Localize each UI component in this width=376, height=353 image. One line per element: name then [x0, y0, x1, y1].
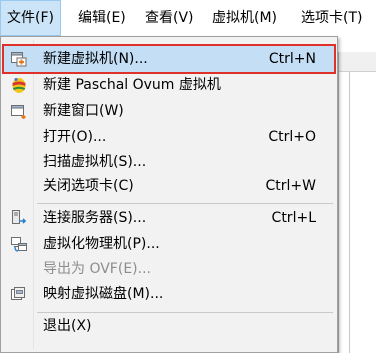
menu-item-open[interactable]: 打开(O)... Ctrl+O — [4, 124, 334, 150]
menu-item-label: 新建虚拟机(N)... — [43, 51, 148, 67]
menu-item-label: 映射虚拟磁盘(M)... — [43, 286, 164, 302]
menu-file[interactable]: 文件(F) — [0, 0, 61, 36]
new-vm-icon — [10, 50, 28, 68]
menu-item-label: 导出为 OVF(E)... — [43, 261, 151, 277]
menu-separator — [37, 203, 333, 204]
menu-item-label: 关闭选项卡(C) — [43, 178, 134, 194]
menu-item-shortcut: Ctrl+N — [268, 51, 316, 67]
menu-item-new-vm[interactable]: 新建虚拟机(N)... Ctrl+N — [2, 44, 336, 74]
menu-item-new-window[interactable]: 新建窗口(W) — [4, 98, 334, 124]
virtualize-physical-icon — [10, 235, 28, 253]
menu-item-shortcut: Ctrl+L — [271, 210, 316, 226]
map-disk-icon — [10, 285, 28, 303]
menu-tabs[interactable]: 选项卡(T) — [295, 0, 368, 36]
menu-item-label: 扫描虚拟机(S)... — [43, 154, 147, 170]
new-window-icon — [10, 102, 28, 120]
menu-edit[interactable]: 编辑(E) — [72, 0, 132, 36]
background-divider — [349, 72, 350, 353]
menu-item-virtualize-physical[interactable]: 虚拟化物理机(P)... — [4, 231, 334, 257]
menu-item-shortcut: Ctrl+O — [268, 129, 316, 145]
menu-item-export-ovf: 导出为 OVF(E)... — [4, 256, 334, 282]
menu-view[interactable]: 查看(V) — [139, 0, 200, 36]
menu-vm[interactable]: 虚拟机(M) — [206, 0, 283, 36]
menu-item-new-paschal-vm[interactable]: 新建 Paschal Ovum 虚拟机 — [4, 72, 334, 98]
menu-bar: 文件(F) 编辑(E) 查看(V) 虚拟机(M) 选项卡(T) — [0, 0, 376, 36]
menu-item-map-virtual-disk[interactable]: 映射虚拟磁盘(M)... — [4, 281, 334, 307]
connect-server-icon — [10, 209, 28, 227]
menu-item-label: 新建窗口(W) — [43, 103, 124, 119]
menu-item-label: 虚拟化物理机(P)... — [43, 236, 160, 252]
menu-item-label: 连接服务器(S)... — [43, 210, 147, 226]
file-menu-dropdown: 新建虚拟机(N)... Ctrl+N 新建 Paschal Ovum 虚拟机 新… — [0, 36, 338, 353]
menu-item-shortcut: Ctrl+W — [265, 178, 316, 194]
menu-item-label: 打开(O)... — [43, 129, 107, 145]
menu-item-exit[interactable]: 退出(X) — [4, 313, 334, 339]
menu-item-connect-server[interactable]: 连接服务器(S)... Ctrl+L — [4, 205, 334, 231]
menu-item-close-tab[interactable]: 关闭选项卡(C) Ctrl+W — [4, 173, 334, 199]
menu-item-scan-vm[interactable]: 扫描虚拟机(S)... — [4, 149, 334, 175]
background-tab-strip — [339, 52, 376, 72]
paschal-ovum-icon — [10, 76, 28, 94]
menu-item-label: 退出(X) — [43, 318, 92, 334]
background-window — [338, 52, 376, 353]
menu-item-label: 新建 Paschal Ovum 虚拟机 — [43, 77, 221, 93]
